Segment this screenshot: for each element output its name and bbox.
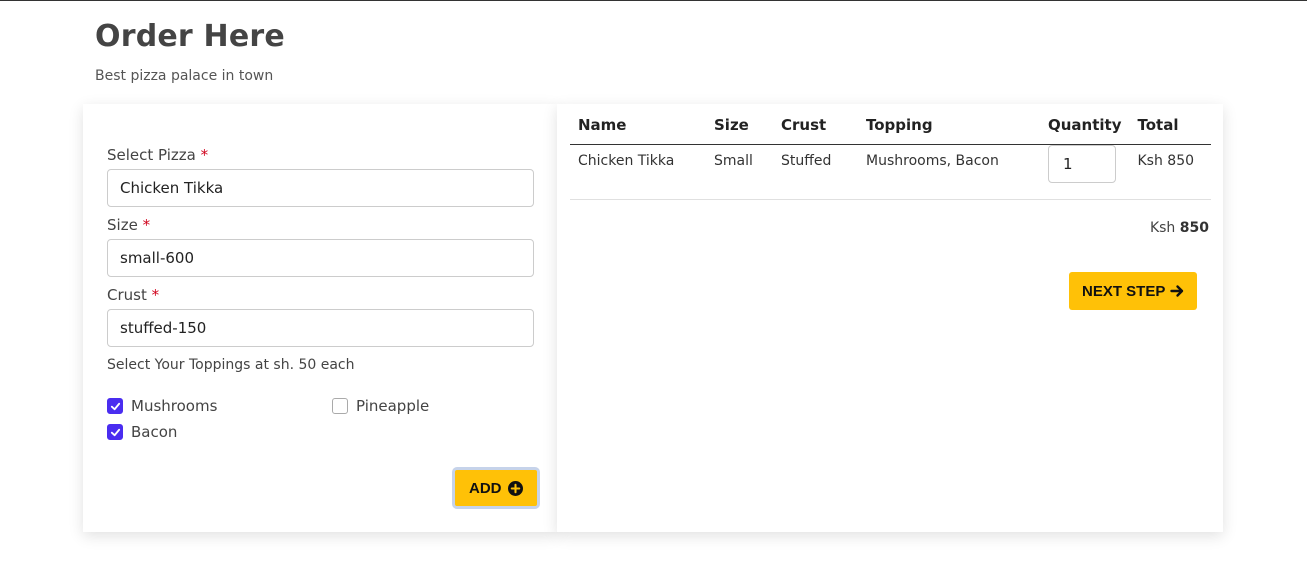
- topping-bacon[interactable]: Bacon: [107, 423, 177, 441]
- checkbox-checked-icon[interactable]: [107, 398, 123, 414]
- toppings-hint: Select Your Toppings at sh. 50 each: [107, 357, 355, 373]
- quantity-input[interactable]: 1: [1048, 145, 1116, 183]
- topping-pineapple[interactable]: Pineapple: [332, 397, 429, 415]
- cart-table: Name Size Crust Topping Quantity Total C…: [570, 112, 1211, 200]
- checkbox-checked-icon[interactable]: [107, 424, 123, 440]
- col-quantity: Quantity: [1040, 112, 1130, 145]
- order-form-card: Select Pizza * Chicken Tikka Size * smal…: [83, 104, 557, 532]
- topping-mushrooms[interactable]: Mushrooms: [107, 397, 217, 415]
- grand-total-value: 850: [1179, 220, 1209, 236]
- size-field: Size * small-600: [107, 216, 534, 277]
- grand-total-prefix: Ksh: [1149, 220, 1176, 236]
- plus-circle-icon: [507, 480, 523, 496]
- next-step-button[interactable]: NEXT STEP: [1069, 272, 1198, 310]
- pizza-field: Select Pizza * Chicken Tikka: [107, 146, 534, 207]
- checkbox-unchecked-icon[interactable]: [332, 398, 348, 414]
- page-title: Order Here: [95, 19, 285, 54]
- table-row: Chicken Tikka Small Stuffed Mushrooms, B…: [570, 144, 1211, 200]
- page-subtitle: Best pizza palace in town: [95, 68, 274, 84]
- grand-total: Ksh 850: [1150, 220, 1209, 236]
- page-header: Order Here Best pizza palace in town: [95, 19, 285, 84]
- topping-label: Bacon: [131, 423, 178, 441]
- col-size: Size: [706, 112, 773, 145]
- size-select[interactable]: small-600: [107, 239, 534, 277]
- cart-header-row: Name Size Crust Topping Quantity Total: [570, 112, 1211, 145]
- cell-crust: Stuffed: [773, 144, 858, 200]
- col-name: Name: [570, 112, 706, 145]
- cell-size: Small: [706, 144, 773, 200]
- crust-field: Crust * stuffed-150: [107, 286, 534, 347]
- col-total: Total: [1129, 112, 1211, 145]
- cell-name: Chicken Tikka: [570, 144, 706, 200]
- cart-card: Name Size Crust Topping Quantity Total C…: [557, 104, 1223, 532]
- crust-label: Crust *: [107, 286, 160, 304]
- col-crust: Crust: [773, 112, 858, 145]
- next-step-label: NEXT STEP: [1082, 282, 1166, 300]
- cell-quantity: 1: [1040, 144, 1130, 200]
- col-topping: Topping: [858, 112, 1040, 145]
- cell-total: Ksh 850: [1129, 144, 1211, 200]
- topping-label: Pineapple: [356, 397, 430, 415]
- add-button[interactable]: ADD: [452, 467, 540, 509]
- pizza-select[interactable]: Chicken Tikka: [107, 169, 534, 207]
- size-label: Size *: [107, 216, 151, 234]
- crust-select[interactable]: stuffed-150: [107, 309, 534, 347]
- arrow-right-icon: [1170, 285, 1184, 297]
- add-button-label: ADD: [469, 479, 502, 497]
- topping-label: Mushrooms: [131, 397, 218, 415]
- cell-topping: Mushrooms, Bacon: [858, 144, 1040, 200]
- pizza-label: Select Pizza *: [107, 146, 209, 164]
